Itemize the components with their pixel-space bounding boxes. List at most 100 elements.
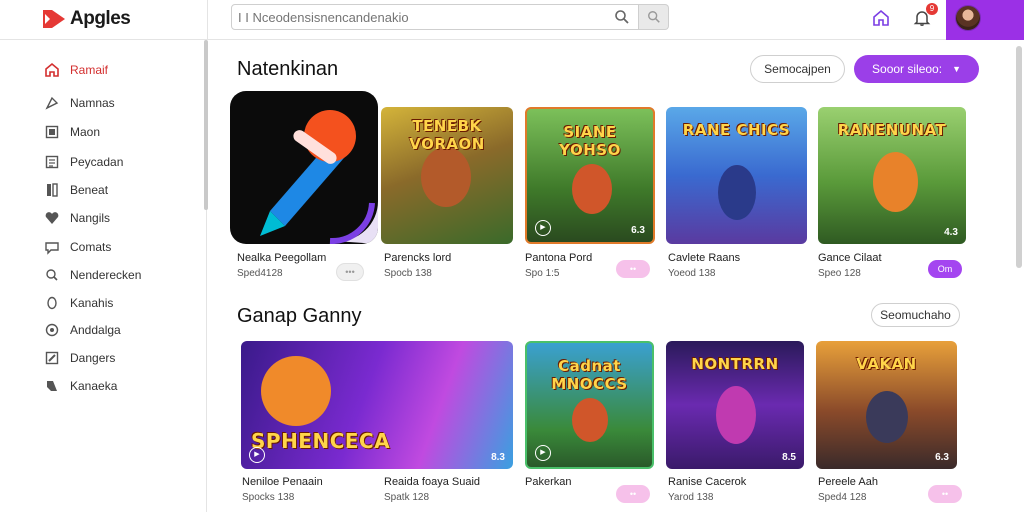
avatar[interactable] <box>955 5 981 31</box>
game-card-title[interactable]: Nealka Peegollam <box>237 252 326 264</box>
logo-text: Apgles <box>70 8 131 29</box>
compass-icon <box>44 95 60 111</box>
chat-icon <box>44 239 60 255</box>
sidebar-item-favorites[interactable]: Nangils <box>44 208 110 228</box>
heart-icon <box>44 210 60 226</box>
character-art <box>873 152 918 212</box>
character-art <box>572 164 612 214</box>
settings-icon <box>44 322 60 338</box>
logo-icon <box>43 10 65 28</box>
chevron-down-icon: ▼ <box>952 64 961 74</box>
game-card-meta: Spo 1:5 <box>525 268 560 279</box>
game-card-title[interactable]: Ranise Cacerok <box>668 476 746 488</box>
section-title: Ganap Ganny <box>237 305 362 327</box>
game-card-image[interactable]: TENEBK VORAON <box>381 107 513 244</box>
sidebar-scrollbar[interactable] <box>204 40 208 210</box>
character-art <box>866 391 908 443</box>
game-card-title[interactable]: Pantona Pord <box>525 252 592 264</box>
game-card-meta: Spocb 138 <box>384 268 432 279</box>
game-card-title[interactable]: Neniloe Penaain <box>242 476 323 488</box>
sidebar-item-label: Namnas <box>70 96 115 110</box>
sidebar-item-label: Comats <box>70 240 112 254</box>
game-rating: 8.5 <box>782 452 796 463</box>
app-logo[interactable]: Apgles <box>42 7 131 31</box>
search-button[interactable] <box>639 4 669 30</box>
game-card-tag[interactable]: •• <box>928 485 962 503</box>
sidebar-item-label: Nenderecken <box>70 268 142 282</box>
character-art <box>261 356 331 426</box>
game-card-meta: Yoeod 138 <box>668 268 716 279</box>
game-card-meta: Spocks 138 <box>242 492 295 503</box>
game-card-image[interactable] <box>230 91 378 244</box>
game-art-title: SPHENCECA <box>251 429 391 453</box>
sidebar-item-label: Beneat <box>70 183 109 197</box>
sidebar-item-label: Peycadan <box>70 155 124 169</box>
sidebar-item-label: Nangils <box>70 211 111 225</box>
sidebar-item-tag[interactable]: Kanaeka <box>44 376 117 396</box>
game-card-title[interactable]: Pereele Aah <box>818 476 878 488</box>
sidebar-item-label: Ramaif <box>70 63 109 77</box>
game-card-meta: Yarod 138 <box>668 492 714 503</box>
sidebar-item-label: Maon <box>70 125 101 139</box>
sidebar-item-playlist[interactable]: Peycadan <box>44 152 123 172</box>
character-art <box>572 398 608 442</box>
section-title: Natenkinan <box>237 58 339 80</box>
game-card-title[interactable]: Pakerkan <box>525 476 571 488</box>
game-card-tag[interactable]: Om <box>928 260 962 278</box>
game-art-title: NONTRRN <box>691 355 779 373</box>
game-card-image[interactable]: RANE CHICS <box>666 107 807 244</box>
book-icon <box>44 182 60 198</box>
game-card-image[interactable]: Cadnat MNOCCS ▶ <box>525 341 654 469</box>
game-card-title[interactable]: Gance Cilaat <box>818 252 882 264</box>
character-art <box>716 386 756 444</box>
rocket-icon <box>260 110 378 244</box>
sidebar-item-comments[interactable]: Comats <box>44 237 111 257</box>
game-card-image[interactable]: SIANE YOHSO ▶ 6.3 <box>525 107 655 244</box>
sidebar-item-book[interactable]: Beneat <box>44 180 108 200</box>
play-icon: ▶ <box>535 445 551 461</box>
game-card-image[interactable]: VAKAN 6.3 <box>816 341 957 469</box>
search-icon[interactable] <box>614 9 630 25</box>
game-art-title: Cadnat MNOCCS <box>551 357 628 393</box>
section-primary-button[interactable]: Sooor sileoo: ▼ <box>854 55 979 83</box>
main-scrollbar[interactable] <box>1016 46 1022 268</box>
sidebar-item-library[interactable]: Maon <box>44 122 100 142</box>
sidebar-item-settings[interactable]: Anddalga <box>44 320 121 340</box>
sidebar-item-explore[interactable]: Namnas <box>44 93 115 113</box>
game-card-title[interactable]: Parencks lord <box>384 252 451 264</box>
section-outline-button[interactable]: Semocajpen <box>750 55 845 83</box>
list-icon <box>44 154 60 170</box>
game-card-title[interactable]: Cavlete Raans <box>668 252 740 264</box>
game-rating: 6.3 <box>935 452 949 463</box>
circle-icon <box>44 295 60 311</box>
game-card-image[interactable]: RANENUNAT 4.3 <box>818 107 966 244</box>
game-rating: 4.3 <box>944 227 958 238</box>
section-outline-button[interactable]: Seomuchaho <box>871 303 960 327</box>
search-box[interactable] <box>231 4 639 30</box>
sidebar-item-edit[interactable]: Dangers <box>44 348 115 368</box>
sidebar-item-circle[interactable]: Kanahis <box>44 293 113 313</box>
game-card-image[interactable]: SPHENCECA ▶ 8.3 <box>241 341 513 469</box>
sidebar-item-search[interactable]: Nenderecken <box>44 265 141 285</box>
top-bar: Apgles 9 <box>0 0 1024 40</box>
game-art-title: TENEBK VORAON <box>409 117 485 153</box>
home-icon[interactable] <box>871 8 891 28</box>
game-rating: 6.3 <box>631 225 645 236</box>
game-card-title[interactable]: Reaida foaya Suaid <box>384 476 480 488</box>
game-card-meta: Sped4128 <box>237 268 283 279</box>
search-input[interactable] <box>238 9 608 25</box>
home-icon <box>44 62 60 78</box>
game-card-tag[interactable]: •• <box>616 485 650 503</box>
game-card-tag[interactable]: •• <box>616 260 650 278</box>
search-icon <box>44 267 60 283</box>
sidebar-item-home[interactable]: Ramaif <box>44 60 108 80</box>
sidebar-item-label: Anddalga <box>70 323 121 337</box>
sidebar-item-label: Kanahis <box>70 296 114 310</box>
square-icon <box>44 124 60 140</box>
more-icon[interactable]: ••• <box>336 263 364 281</box>
notification-badge: 9 <box>926 3 938 15</box>
character-art <box>421 147 471 207</box>
section-primary-button-label: Sooor sileoo: <box>872 62 943 76</box>
game-art-title: VAKAN <box>856 355 917 373</box>
game-card-image[interactable]: NONTRRN 8.5 <box>666 341 804 469</box>
